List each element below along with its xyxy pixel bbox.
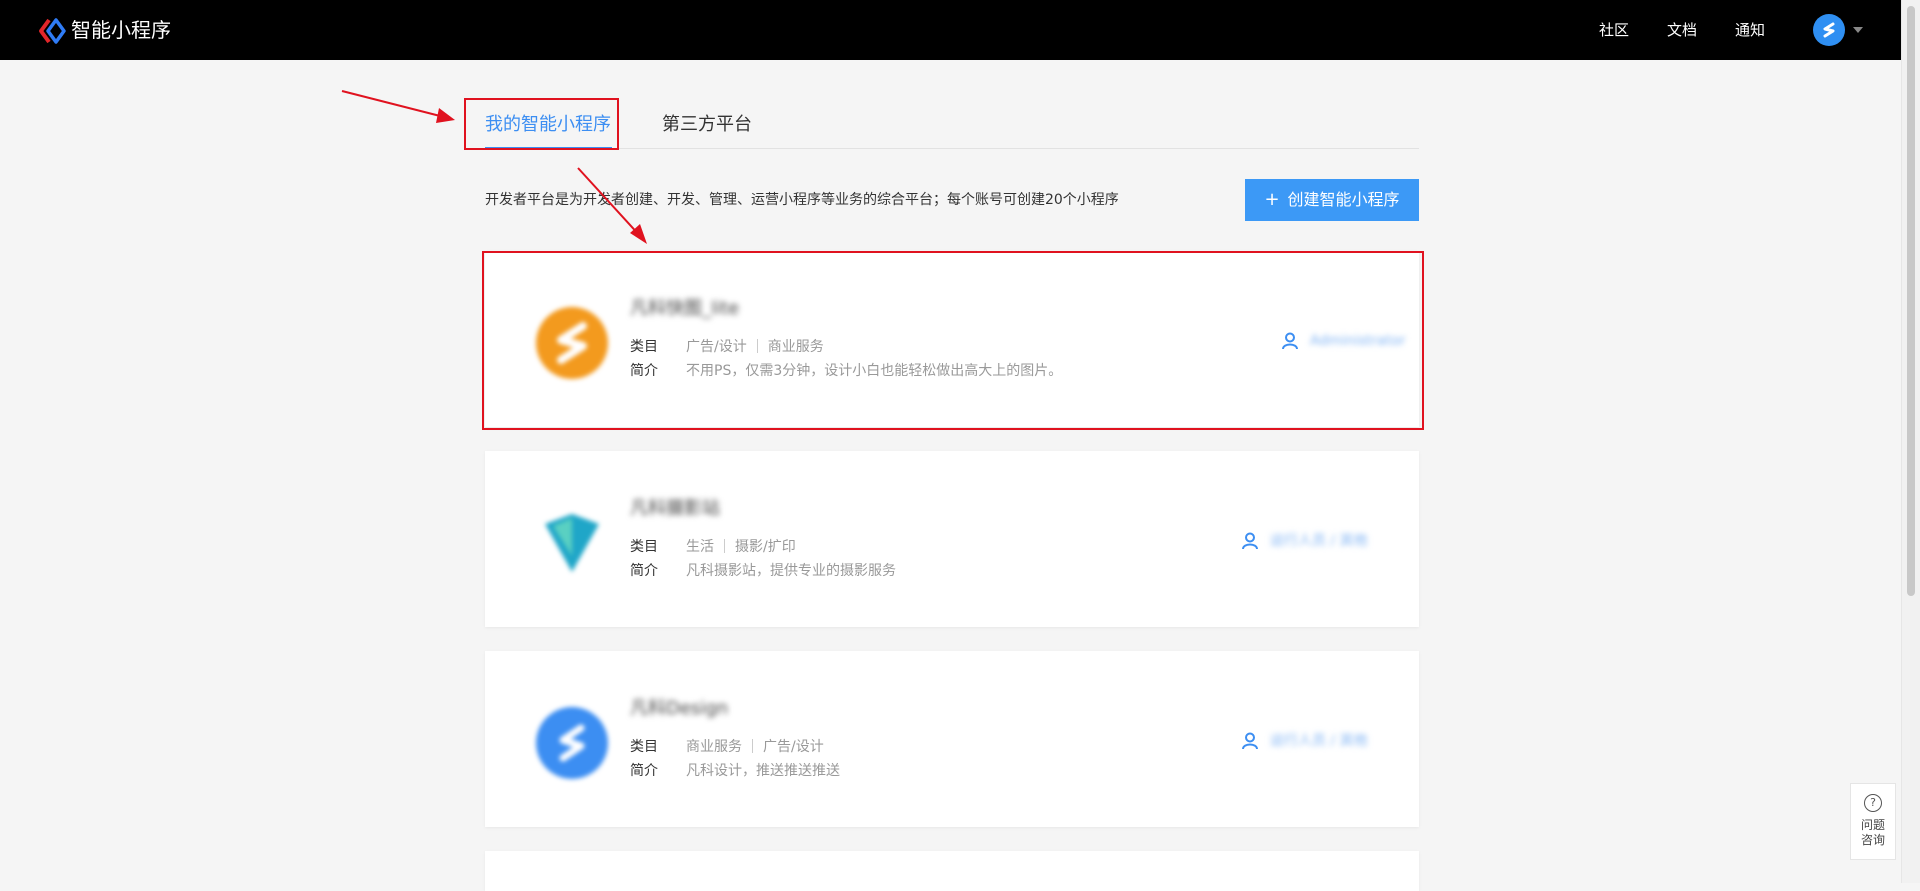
active-tab-underline (485, 147, 612, 149)
intro-label: 简介 (630, 763, 658, 779)
help-label-line1: 问题 (1860, 818, 1885, 832)
create-button-label: 创建智能小程序 (1287, 190, 1400, 209)
annotation-arrow-to-tab (341, 90, 449, 119)
category-primary: 商业服务 (686, 739, 742, 755)
account-dropdown-caret-icon[interactable] (1853, 27, 1863, 33)
app-intro: 不用PS，仅需3分钟，设计小白也能轻松做出高大上的图片。 (686, 363, 1063, 379)
platform-description: 开发者平台是为开发者创建、开发、管理、运营小程序等业务的综合平台；每个账号可创建… (485, 192, 1119, 208)
question-icon: ? (1864, 794, 1882, 812)
intro-label: 简介 (630, 563, 658, 579)
app-card-partial[interactable] (485, 851, 1419, 891)
tab-third-party-platform[interactable]: 第三方平台 (662, 113, 752, 137)
app-intro-row: 简介 凡科摄影站，提供专业的摄影服务 (630, 561, 896, 581)
annotation-arrowhead-card (630, 224, 647, 244)
category-secondary: 商业服务 (767, 339, 824, 355)
tab-my-smart-programs[interactable]: 我的智能小程序 (485, 113, 611, 137)
smart-program-logo-icon[interactable] (38, 18, 66, 44)
tab-bar: 我的智能小程序 第三方平台 (485, 100, 1419, 149)
plus-icon: + (1264, 189, 1280, 210)
category-divider (756, 339, 758, 353)
app-name: 凡科快图_lite (630, 298, 740, 319)
category-secondary: 摄影/扩印 (735, 539, 796, 555)
member-role: Administrator (1310, 333, 1406, 349)
app-intro: 凡科设计，推送推送推送 (686, 763, 840, 779)
top-navigation-bar: 智能小程序 社区 文档 通知 (0, 0, 1901, 60)
intro-label: 简介 (630, 363, 658, 379)
category-divider (724, 539, 725, 553)
brand-title[interactable]: 智能小程序 (71, 17, 171, 43)
app-intro-row: 简介 不用PS，仅需3分钟，设计小白也能轻松做出高大上的图片。 (630, 361, 1062, 381)
user-avatar[interactable] (1813, 14, 1845, 46)
user-icon (1282, 332, 1298, 350)
app-card[interactable]: 凡科摄影站 类目 生活 摄影/扩印 简介 凡科摄影站，提供专业的摄影服务 运行人员 /… (485, 451, 1419, 627)
category-label: 类目 (630, 739, 658, 755)
app-name: 凡科Design (630, 698, 729, 719)
app-category-row: 类目 商业服务 广告/设计 (630, 737, 824, 757)
app-category-row: 类目 广告/设计 商业服务 (630, 337, 824, 357)
annotation-arrowhead-tab (436, 108, 455, 123)
app-intro-row: 简介 凡科设计，推送推送推送 (630, 761, 840, 781)
scrollbar-thumb[interactable] (1907, 6, 1915, 596)
user-icon (1242, 732, 1258, 750)
app-icon (535, 506, 609, 580)
page-scrollbar[interactable] (1901, 0, 1920, 883)
app-card[interactable]: 凡科Design 类目 商业服务 广告/设计 简介 凡科设计，推送推送推送 运行人员 … (485, 651, 1419, 827)
category-label: 类目 (630, 539, 658, 555)
nav-docs-link[interactable]: 文档 (1667, 20, 1697, 40)
nav-community-link[interactable]: 社区 (1599, 20, 1629, 40)
help-label-line2: 咨询 (1860, 833, 1885, 847)
app-icon (535, 306, 609, 380)
app-icon (535, 706, 609, 780)
app-intro: 凡科摄影站，提供专业的摄影服务 (686, 563, 896, 579)
app-name: 凡科摄影站 (630, 498, 720, 519)
category-secondary: 广告/设计 (763, 739, 824, 755)
category-primary: 生活 (686, 539, 714, 555)
help-consult-button[interactable]: ? 问题 咨询 (1850, 783, 1896, 860)
user-icon (1242, 532, 1258, 550)
avatar-logo-icon (1823, 22, 1835, 38)
create-smart-program-button[interactable]: + 创建智能小程序 (1245, 179, 1419, 221)
member-role: 运行人员 / 其他 (1270, 533, 1368, 549)
category-primary: 广告/设计 (686, 339, 747, 355)
category-divider (752, 739, 753, 753)
category-label: 类目 (630, 339, 658, 355)
app-card[interactable]: 凡科快图_lite 类目 广告/设计 商业服务 简介 不用PS，仅需3分钟，设计小白也… (485, 251, 1419, 427)
app-category-row: 类目 生活 摄影/扩印 (630, 537, 796, 557)
member-role: 运行人员 / 其他 (1270, 733, 1368, 749)
nav-notifications-link[interactable]: 通知 (1735, 20, 1765, 40)
